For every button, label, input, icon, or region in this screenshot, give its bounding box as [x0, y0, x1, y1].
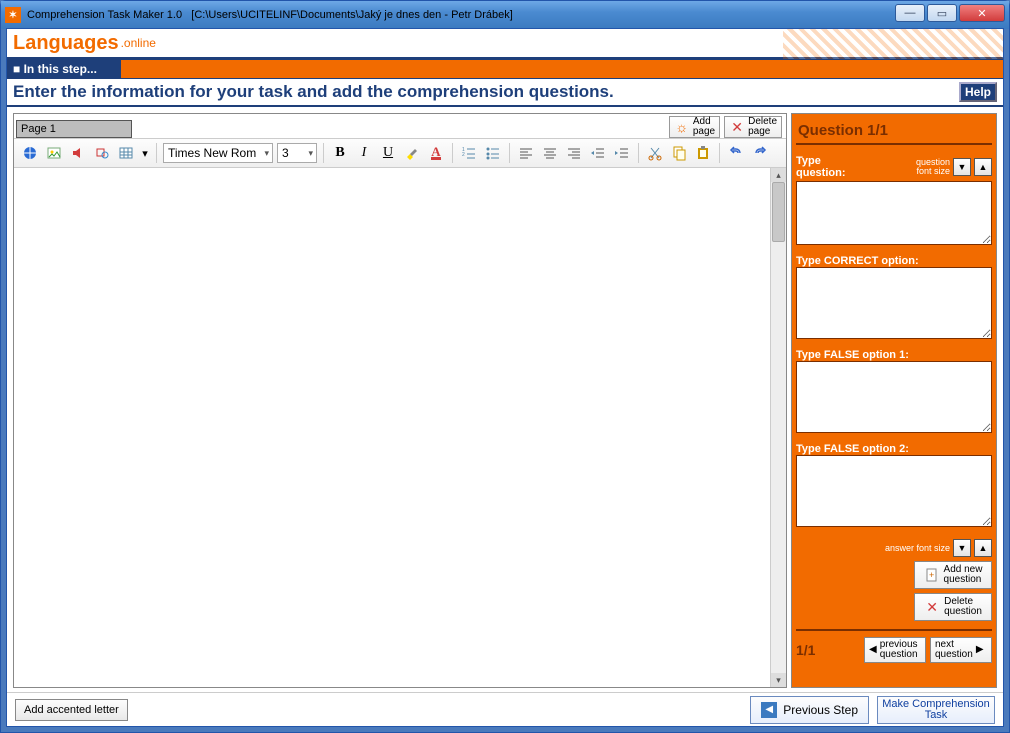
question-input[interactable]: [796, 181, 992, 245]
step-row: ■ In this step...: [7, 59, 1003, 79]
type-question-label: Type question:: [796, 155, 846, 179]
redo-icon[interactable]: [750, 143, 770, 163]
next-question-button[interactable]: next question ▶: [930, 637, 992, 663]
correct-option-label: Type CORRECT option:: [796, 255, 992, 267]
sound-icon[interactable]: [68, 143, 88, 163]
italic-button[interactable]: I: [354, 143, 374, 163]
delete-question-label: Delete question: [944, 597, 982, 617]
image-icon[interactable]: [44, 143, 64, 163]
table-dropdown-icon[interactable]: ▾: [140, 143, 150, 163]
svg-text:2: 2: [462, 152, 465, 158]
page-plus-icon: +: [924, 567, 940, 583]
minimize-button[interactable]: —: [895, 4, 925, 22]
shape-icon[interactable]: [92, 143, 112, 163]
question-font-size-label: question font size: [916, 158, 950, 176]
help-button[interactable]: Help: [959, 82, 997, 102]
instruction-row: Enter the information for your task and …: [7, 79, 1003, 107]
table-icon[interactable]: [116, 143, 136, 163]
main-area: Page 1 ☼ Add page ✕ Delete page: [7, 109, 1003, 692]
false-option-2-label: Type FALSE option 2:: [796, 443, 992, 455]
globe-icon[interactable]: [20, 143, 40, 163]
previous-question-button[interactable]: ◀ previous question: [864, 637, 926, 663]
window-titlebar: ✶ Comprehension Task Maker 1.0 [C:\Users…: [1, 1, 1009, 29]
unordered-list-icon[interactable]: [483, 143, 503, 163]
triangle-left-icon: ◀: [761, 702, 777, 718]
svg-text:+: +: [929, 570, 934, 580]
false-option-1-input[interactable]: [796, 361, 992, 433]
answer-font-size-down[interactable]: ▼: [953, 539, 971, 557]
question-font-size-down[interactable]: ▼: [953, 158, 971, 176]
question-counter: 1/1: [796, 642, 815, 658]
align-left-icon[interactable]: [516, 143, 536, 163]
indent-icon[interactable]: [612, 143, 632, 163]
paste-icon[interactable]: [693, 143, 713, 163]
brand-logo-suffix: .online: [121, 36, 156, 50]
previous-step-label: Previous Step: [783, 703, 858, 717]
font-size-value: 3: [282, 146, 289, 160]
brand-stripe: [783, 29, 1003, 59]
triangle-right-icon: ▶: [976, 645, 984, 655]
false-option-2-input[interactable]: [796, 455, 992, 527]
editor-textarea[interactable]: [14, 168, 770, 687]
outdent-icon[interactable]: [588, 143, 608, 163]
editor-body: ▴ ▾: [14, 168, 786, 687]
align-right-icon[interactable]: [564, 143, 584, 163]
question-panel: Question 1/1 Type question: question fon…: [791, 113, 997, 688]
sun-icon: ☼: [674, 119, 690, 135]
delete-question-button[interactable]: ✕ Delete question: [914, 593, 992, 621]
delete-page-label: Delete page: [748, 117, 777, 137]
vertical-scrollbar[interactable]: ▴ ▾: [770, 168, 786, 687]
question-header: Question 1/1: [796, 118, 992, 145]
editor-pane: Page 1 ☼ Add page ✕ Delete page: [13, 113, 787, 688]
answer-font-size-label: answer font size: [885, 544, 950, 553]
maximize-button[interactable]: ▭: [927, 4, 957, 22]
instruction-text: Enter the information for your task and …: [13, 82, 614, 102]
app-icon: ✶: [5, 7, 21, 23]
font-name-value: Times New Rom: [168, 146, 256, 160]
add-page-button[interactable]: ☼ Add page: [669, 116, 720, 138]
editor-toolbar: ▾ Times New Rom 3 B I U A 12: [14, 138, 786, 168]
align-center-icon[interactable]: [540, 143, 560, 163]
prev-question-label: previous question: [880, 640, 918, 660]
x-icon: ✕: [729, 119, 745, 135]
close-button[interactable]: ✕: [959, 4, 1005, 22]
add-question-label: Add new question: [944, 565, 983, 585]
underline-button[interactable]: U: [378, 143, 398, 163]
false-option-1-label: Type FALSE option 1:: [796, 349, 992, 361]
scroll-up-icon[interactable]: ▴: [771, 168, 786, 182]
scroll-thumb[interactable]: [772, 182, 785, 242]
bold-button[interactable]: B: [330, 143, 350, 163]
ordered-list-icon[interactable]: 12: [459, 143, 479, 163]
undo-icon[interactable]: [726, 143, 746, 163]
font-name-select[interactable]: Times New Rom: [163, 143, 273, 163]
font-color-icon[interactable]: A: [426, 143, 446, 163]
page-x-icon: ✕: [924, 599, 940, 615]
make-comprehension-task-button[interactable]: Make Comprehension Task: [877, 696, 995, 724]
footer: Add accented letter ◀ Previous Step Make…: [7, 692, 1003, 726]
font-size-select[interactable]: 3: [277, 143, 317, 163]
add-page-label: Add page: [693, 117, 715, 137]
window-title: Comprehension Task Maker 1.0 [C:\Users\U…: [27, 9, 513, 21]
correct-option-input[interactable]: [796, 267, 992, 339]
add-question-button[interactable]: + Add new question: [914, 561, 992, 589]
brand-row: Languages .online: [7, 29, 1003, 59]
step-label: ■ In this step...: [7, 59, 121, 79]
copy-icon[interactable]: [669, 143, 689, 163]
answer-font-size-up[interactable]: ▲: [974, 539, 992, 557]
page-tab-1[interactable]: Page 1: [16, 120, 132, 138]
next-question-label: next question: [935, 640, 973, 660]
triangle-left-icon: ◀: [869, 645, 877, 655]
question-font-size-up[interactable]: ▲: [974, 158, 992, 176]
client-area: Languages .online ■ In this step... Ente…: [6, 28, 1004, 727]
add-accented-letter-button[interactable]: Add accented letter: [15, 699, 128, 721]
delete-page-button[interactable]: ✕ Delete page: [724, 116, 782, 138]
cut-icon[interactable]: [645, 143, 665, 163]
scroll-down-icon[interactable]: ▾: [771, 673, 786, 687]
highlight-icon[interactable]: [402, 143, 422, 163]
previous-step-button[interactable]: ◀ Previous Step: [750, 696, 869, 724]
brand-logo: Languages: [13, 32, 119, 55]
make-task-label: Make Comprehension Task: [882, 699, 990, 721]
page-tab-row: Page 1 ☼ Add page ✕ Delete page: [14, 114, 786, 138]
